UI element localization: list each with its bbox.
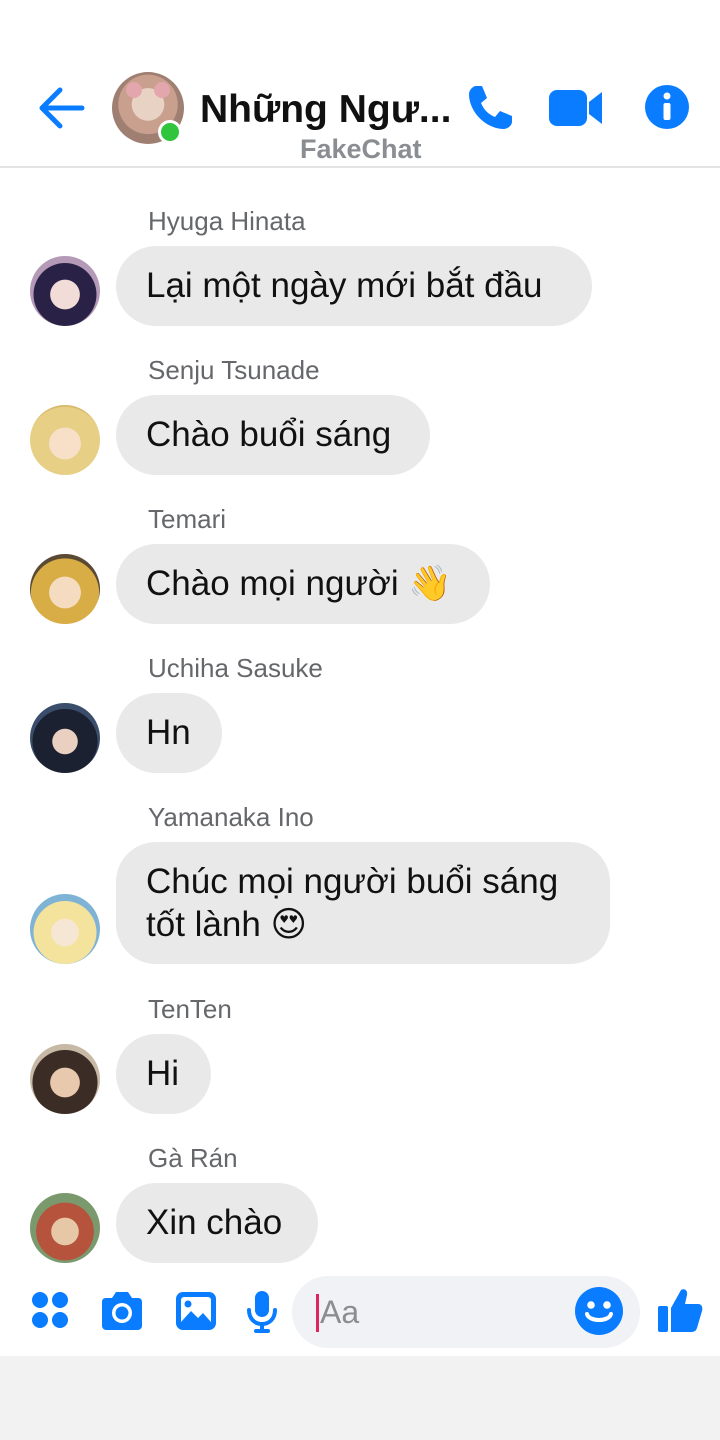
avatar[interactable]: [30, 703, 100, 773]
system-nav-area: [0, 1356, 720, 1440]
message-input-placeholder: Aa: [320, 1294, 360, 1330]
sender-name: Hyuga Hinata: [148, 206, 306, 236]
message-text: Chào buổi sáng: [146, 415, 392, 454]
message-composer: Aa: [0, 1270, 720, 1356]
message-text: Lại một ngày mới bắt đầu: [146, 266, 543, 305]
message-text: Hn: [146, 713, 191, 752]
apps-grid-icon[interactable]: [30, 1290, 70, 1330]
avatar[interactable]: [30, 405, 100, 475]
back-arrow-icon[interactable]: [38, 86, 86, 130]
online-status-dot: [158, 120, 182, 144]
emoji-smile-icon[interactable]: [574, 1286, 624, 1336]
sender-name: TenTen: [148, 994, 232, 1024]
avatar[interactable]: [30, 256, 100, 326]
sender-name: Gà Rán: [148, 1143, 238, 1173]
text-caret: [316, 1294, 319, 1332]
conversation-title[interactable]: Những Ngư...: [200, 88, 450, 132]
phone-icon[interactable]: [464, 82, 516, 134]
gallery-icon[interactable]: [174, 1290, 218, 1332]
message-bubble[interactable]: Lại một ngày mới bắt đầu: [116, 246, 592, 326]
message-text-line: Chúc mọi người buổi sáng: [146, 862, 559, 901]
message-text-line: tốt lành: [146, 905, 261, 944]
microphone-icon[interactable]: [246, 1290, 278, 1334]
avatar[interactable]: [30, 1044, 100, 1114]
video-camera-icon[interactable]: [546, 82, 606, 134]
message-bubble[interactable]: Hn: [116, 693, 222, 773]
message-bubble[interactable]: Hi: [116, 1034, 211, 1114]
sender-name: Uchiha Sasuke: [148, 653, 323, 683]
chat-screen: Những Ngư... FakeChat Hyuga Hinata Lại m…: [0, 0, 720, 1440]
sender-name: Temari: [148, 504, 227, 534]
message-text: Hi: [146, 1054, 180, 1093]
heart-eyes-emoji: 😍: [270, 905, 308, 945]
camera-icon[interactable]: [98, 1290, 146, 1332]
message-input[interactable]: Aa: [292, 1276, 640, 1348]
avatar[interactable]: [30, 894, 100, 964]
message-bubble[interactable]: Chào mọi người 👋: [116, 544, 490, 624]
waving-hand-emoji: 👋: [408, 564, 452, 604]
info-icon[interactable]: [644, 84, 690, 130]
avatar[interactable]: [30, 554, 100, 624]
thumbs-up-icon[interactable]: [656, 1286, 704, 1334]
message-bubble[interactable]: Xin chào: [116, 1183, 318, 1263]
avatar[interactable]: [30, 1193, 100, 1263]
message-text: Chào mọi người: [146, 564, 399, 603]
message-text: Xin chào: [146, 1203, 283, 1242]
message-bubble[interactable]: Chào buổi sáng: [116, 395, 430, 475]
conversation-subtitle: FakeChat: [300, 134, 422, 164]
sender-name: Yamanaka Ino: [148, 802, 314, 832]
chat-header: Những Ngư... FakeChat: [0, 0, 720, 168]
sender-name: Senju Tsunade: [148, 355, 320, 385]
message-bubble[interactable]: Chúc mọi người buổi sáng tốt lành 😍: [116, 842, 610, 964]
